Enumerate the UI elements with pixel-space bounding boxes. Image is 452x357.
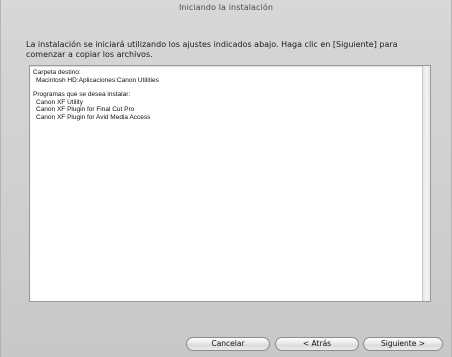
vertical-scrollbar[interactable]: [422, 66, 430, 301]
intro-text: La instalación se iniciará utilizando lo…: [26, 40, 398, 59]
installer-window: Iniciando la instalación La instalación …: [0, 0, 452, 357]
program-item: Canon XF Plugin for Final Cut Pro: [36, 106, 135, 114]
back-button[interactable]: < Atrás: [275, 337, 359, 351]
programs-label: Programas que se desea instalar:: [33, 91, 131, 99]
install-summary-box[interactable]: Carpeta destino: Macintosh HD:Aplicacion…: [29, 65, 431, 302]
summary-gap: [33, 84, 420, 91]
install-summary-content: Carpeta destino: Macintosh HD:Aplicacion…: [33, 69, 420, 122]
next-button[interactable]: Siguiente >: [363, 337, 443, 351]
destination-label: Carpeta destino:: [33, 69, 81, 76]
program-item: Canon XF Plugin for Avid Media Access: [36, 113, 151, 121]
program-item: Canon XF Utility: [36, 98, 83, 106]
window-title: Iniciando la instalación: [178, 3, 274, 12]
destination-value: Macintosh HD:Aplicaciones:Canon Utilitie…: [36, 76, 159, 84]
cancel-button[interactable]: Cancelar: [186, 337, 270, 351]
